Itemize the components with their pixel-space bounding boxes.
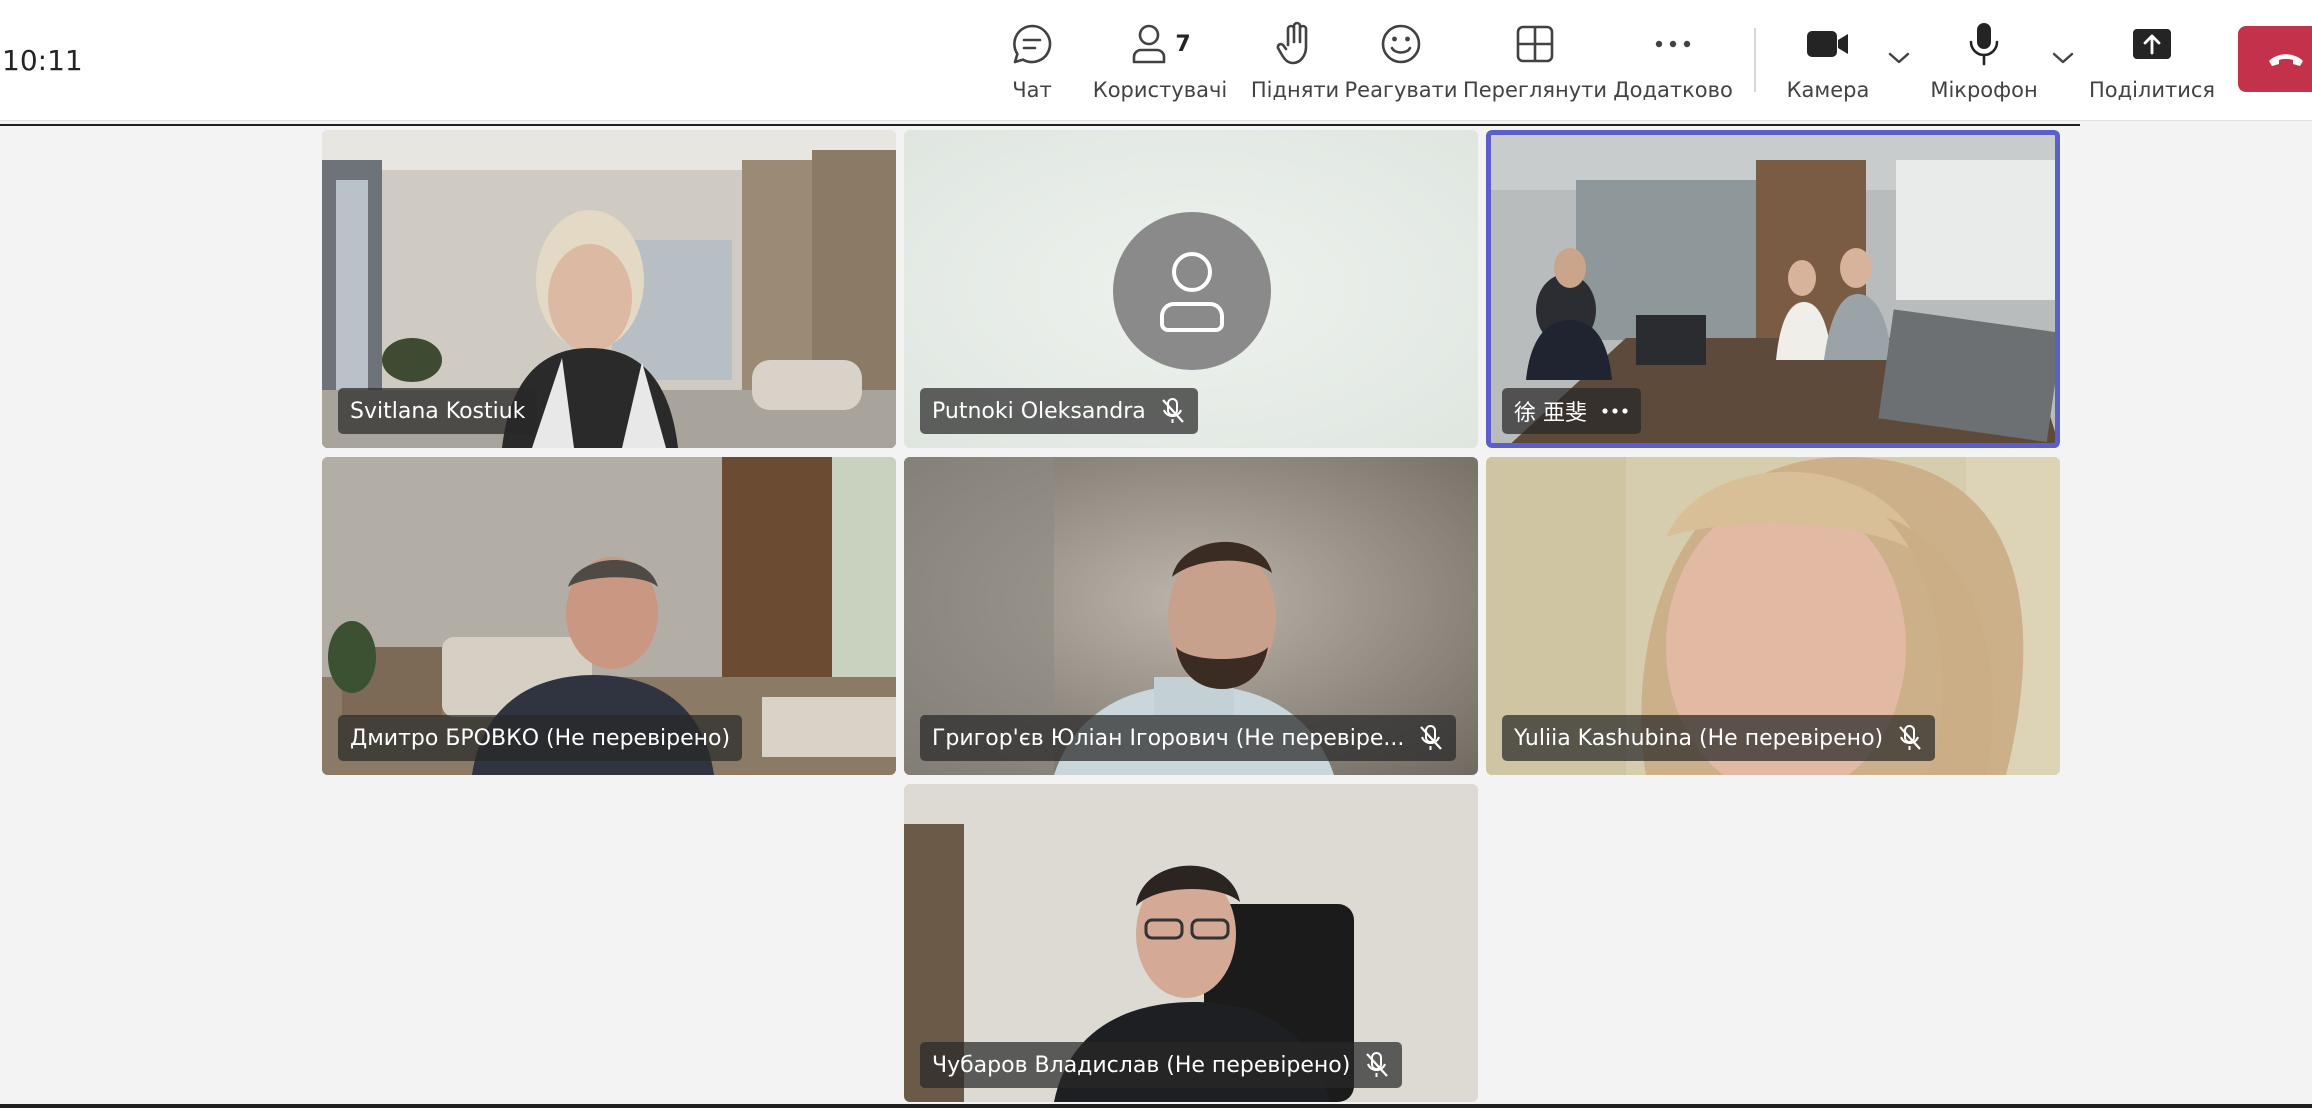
raise-hand-button[interactable]: Підняти [1250, 18, 1340, 108]
participant-tile-active[interactable]: 徐 亜斐 [1486, 130, 2060, 448]
camera-button[interactable]: Камера [1786, 18, 1870, 108]
share-screen-icon [2132, 18, 2172, 70]
microphone-label: Мікрофон [1930, 78, 2038, 102]
participant-tile[interactable]: Чубаров Владислав (Не перевірено) [904, 784, 1478, 1102]
microphone-icon [1967, 18, 2001, 70]
participant-tile[interactable]: Дмитро БРОВКО (Не перевірено) [322, 457, 896, 775]
more-icon [1653, 18, 1693, 70]
chat-label: Чат [1012, 78, 1052, 102]
chat-button[interactable]: Чат [1002, 18, 1062, 108]
toolbar-divider-line [0, 124, 2080, 126]
participant-name-label: Григор'єв Юліан Ігорович (Не перевіре... [920, 715, 1457, 761]
participant-name-label: Дмитро БРОВКО (Не перевірено) [338, 715, 743, 761]
microphone-options-chevron-down-icon[interactable] [2052, 50, 2074, 69]
view-label: Переглянути [1462, 78, 1608, 102]
share-label: Поділитися [2088, 78, 2216, 102]
participant-name-label: Putnoki Oleksandra [920, 388, 1198, 434]
meeting-timer: 10:11 [2, 44, 83, 77]
bottom-edge-line [0, 1104, 2312, 1108]
more-button[interactable]: Додатково [1613, 18, 1733, 108]
toolbar-separator [1754, 28, 1756, 92]
muted-mic-icon [1366, 1052, 1389, 1077]
grid-view-icon [1515, 18, 1555, 70]
leave-button[interactable] [2238, 26, 2312, 92]
chat-icon [1010, 18, 1054, 70]
participant-tile[interactable]: Григор'єв Юліан Ігорович (Не перевіре... [904, 457, 1478, 775]
participant-name-label: Svitlana Kostiuk [338, 388, 538, 434]
participant-name-label: Yuliia Kashubina (Не перевірено) [1502, 715, 1936, 761]
avatar [1113, 212, 1271, 370]
muted-mic-icon [1899, 725, 1921, 750]
participant-name-label: 徐 亜斐 [1502, 388, 1641, 434]
participant-name-label: Чубаров Владислав (Не перевірено) [920, 1042, 1403, 1088]
share-button[interactable]: Поділитися [2089, 18, 2215, 108]
more-label: Додатково [1613, 78, 1733, 102]
participant-tile[interactable]: Yuliia Kashubina (Не перевірено) [1486, 457, 2060, 775]
hang-up-icon [2269, 54, 2303, 66]
muted-mic-icon [1161, 398, 1184, 423]
react-label: Реагувати [1344, 78, 1458, 102]
muted-mic-icon [1420, 725, 1443, 750]
people-icon [1133, 24, 1166, 64]
smiley-icon [1379, 18, 1423, 70]
camera-options-chevron-down-icon[interactable] [1888, 50, 1910, 69]
camera-icon [1806, 18, 1850, 70]
person-icon [1160, 252, 1224, 332]
microphone-button[interactable]: Мікрофон [1930, 18, 2038, 108]
raise-hand-label: Підняти [1250, 78, 1340, 102]
view-button[interactable]: Переглянути [1463, 18, 1607, 108]
more-options-icon[interactable] [1601, 407, 1629, 415]
people-label: Користувачі [1092, 78, 1228, 102]
react-button[interactable]: Реагувати [1344, 18, 1458, 108]
people-count: 7 [1175, 31, 1191, 57]
camera-label: Камера [1786, 78, 1870, 102]
raise-hand-icon [1275, 18, 1315, 70]
participant-tile[interactable]: Putnoki Oleksandra [904, 130, 1478, 448]
participant-tile[interactable]: Svitlana Kostiuk [322, 130, 896, 448]
people-button[interactable]: 7 Користувачі [1093, 18, 1227, 108]
